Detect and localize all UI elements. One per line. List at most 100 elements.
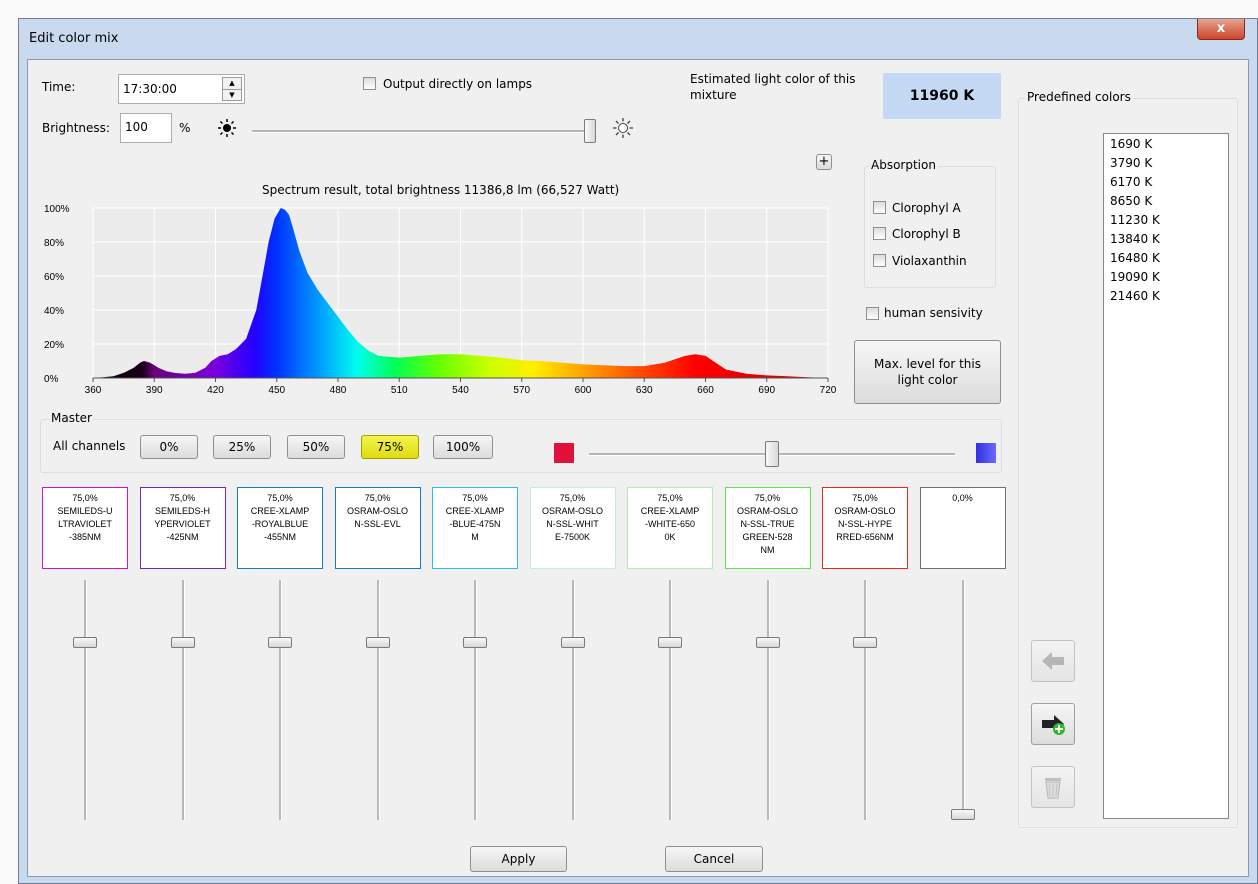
channel-slider-track[interactable] [376, 580, 380, 820]
master-100-button[interactable]: 100% [433, 435, 493, 459]
channel-name-line: -ROYALBLUE [251, 519, 309, 529]
channel-name-line: E-7500K [554, 532, 591, 542]
channel-box[interactable]: 75,0% SEMILEDS-U LTRAVIOLET -385NM [42, 487, 128, 569]
x-tick-label: 360 [85, 385, 102, 396]
channel-slider-track[interactable] [766, 580, 770, 820]
predefined-colors-list[interactable]: 1690 K 3790 K 6170 K 8650 K 11230 K 13840 K 16… [1103, 133, 1229, 819]
max-level-button[interactable]: Max. level for this light color [854, 340, 1001, 404]
channel-slider-thumb[interactable] [365, 637, 390, 649]
master-0-button[interactable]: 0% [140, 435, 198, 459]
channel-name-line: CREE-XLAMP [640, 506, 700, 516]
cancel-button[interactable]: Cancel [665, 846, 763, 872]
channel-name-line: GREEN-528 [742, 532, 793, 542]
channel-name-line: -BLUE-475N [449, 519, 501, 529]
predefined-color-item[interactable]: 16480 K [1104, 249, 1228, 268]
apply-button[interactable]: Apply [470, 846, 567, 872]
channel-box[interactable]: 75,0% OSRAM-OSLO N-SSL-EVL [334, 487, 421, 569]
y-tick-label: 80% [44, 238, 64, 249]
x-tick-label: 570 [513, 385, 530, 396]
channel-value: 75,0% [72, 493, 98, 503]
estimated-color-swatch: 11960 K [883, 73, 1001, 119]
clorophyl-b-checkbox[interactable] [873, 227, 886, 240]
channel-value: 75,0% [364, 493, 391, 503]
estimate-label: Estimated light color of this mixture [690, 72, 856, 102]
clorophyl-a-checkbox[interactable] [873, 201, 886, 214]
channel-value: 75,0% [754, 493, 781, 503]
channel-name-line: N-SSL-HYPE [837, 519, 892, 529]
x-tick-label: 690 [758, 385, 775, 396]
x-tick-label: 420 [207, 385, 224, 396]
channel-slider-thumb[interactable] [853, 637, 877, 649]
spin-down-icon[interactable]: ▼ [223, 90, 241, 101]
channel-slider-thumb[interactable] [73, 637, 97, 649]
y-tick-label: 0% [44, 374, 59, 385]
channel-box[interactable]: 75,0% OSRAM-OSLO N-SSL-TRUE GREEN-528 NM [724, 487, 811, 569]
channel-slider-track[interactable] [279, 580, 282, 820]
channel-box[interactable]: 75,0% CREE-XLAMP -BLUE-475N M [432, 487, 518, 569]
channel-slider-thumb[interactable] [560, 637, 585, 649]
predefined-color-item[interactable]: 19090 K [1104, 268, 1228, 287]
spin-up-icon[interactable]: ▲ [223, 78, 241, 90]
time-spinner[interactable]: ▲ ▼ [222, 77, 242, 101]
channel-slider-thumb[interactable] [950, 809, 975, 820]
brightness-slider-thumb[interactable] [584, 119, 596, 143]
predefined-color-item[interactable]: 3790 K [1104, 154, 1228, 173]
master-slider-thumb[interactable] [765, 441, 779, 467]
channel-name-line: OSRAM-OSLO [346, 506, 408, 516]
predefined-color-item[interactable]: 6170 K [1104, 173, 1228, 192]
channel-box[interactable]: 75,0% SEMILEDS-H YPERVIOLET -425NM [139, 487, 226, 569]
master-75-button[interactable]: 75% [361, 435, 419, 459]
all-channels-label: All channels [53, 439, 126, 453]
human-sensivity-checkbox[interactable] [866, 307, 879, 320]
channel-name-line: SEMILEDS-U [57, 506, 113, 516]
expand-plus-button[interactable]: + [816, 154, 832, 170]
predefined-color-item[interactable]: 21460 K [1104, 287, 1228, 306]
channel-slider-thumb[interactable] [658, 637, 682, 649]
channel-value: 75,0% [267, 493, 293, 503]
channel-box[interactable]: 75,0% CREE-XLAMP -ROYALBLUE -455NM [237, 487, 323, 569]
close-button[interactable]: x [1197, 19, 1245, 40]
channel-box[interactable]: 75,0% OSRAM-OSLO N-SSL-WHIT E-7500K [529, 487, 616, 569]
channel-box[interactable]: 0,0% [919, 487, 1006, 569]
channel-box[interactable]: 75,0% CREE-XLAMP -WHITE-650 0K [627, 487, 713, 569]
master-25-button[interactable]: 25% [213, 435, 271, 459]
add-color-button[interactable] [1031, 703, 1075, 745]
master-50-button[interactable]: 50% [287, 435, 345, 459]
channel-slider-track[interactable] [571, 580, 575, 820]
channel-name-line: CREE-XLAMP [445, 506, 505, 516]
channel-slider-thumb[interactable] [755, 637, 780, 649]
output-lamps-checkbox[interactable] [363, 77, 376, 90]
channel-slider-thumb[interactable] [170, 637, 195, 649]
channel-name-line: -385NM [68, 532, 101, 542]
absorption-title: Absorption [869, 158, 938, 172]
channel-name-line: 0K [664, 532, 676, 542]
remove-color-button[interactable] [1031, 640, 1075, 682]
channel-name-line: -425NM [166, 532, 199, 542]
channel-slider-track[interactable] [669, 580, 672, 820]
channel-slider-track[interactable] [961, 580, 965, 820]
violaxanthin-checkbox[interactable] [873, 254, 886, 267]
delete-color-button[interactable] [1031, 766, 1075, 808]
predefined-color-item[interactable]: 11230 K [1104, 211, 1228, 230]
predefined-color-item[interactable]: 8650 K [1104, 192, 1228, 211]
channel-slider-track[interactable] [84, 580, 87, 820]
title-bar[interactable]: Edit color mix x [19, 19, 1257, 59]
channel-name-line: N-SSL-TRUE [740, 519, 795, 529]
predefined-color-item[interactable]: 1690 K [1104, 135, 1228, 154]
x-tick-label: 450 [268, 385, 285, 396]
channel-box[interactable]: 75,0% OSRAM-OSLO N-SSL-HYPE RRED-656NM [822, 487, 908, 569]
channel-name-line: M [471, 532, 479, 542]
channel-slider-track[interactable] [864, 580, 867, 820]
channel-slider-track[interactable] [181, 580, 185, 820]
channel-name-line: CREE-XLAMP [250, 506, 310, 516]
brightness-slider-track[interactable] [252, 130, 592, 133]
channel-name-line: -WHITE-650 [644, 519, 695, 529]
channel-slider-thumb[interactable] [268, 637, 292, 649]
channel-slider-track[interactable] [474, 580, 477, 820]
channel-name-line: SEMILEDS-H [154, 506, 210, 516]
brightness-input[interactable]: 100 [120, 113, 172, 143]
channel-name-line: OSRAM-OSLO [736, 506, 798, 516]
window-title: Edit color mix [29, 31, 119, 46]
channel-slider-thumb[interactable] [463, 637, 487, 649]
predefined-color-item[interactable]: 13840 K [1104, 230, 1228, 249]
